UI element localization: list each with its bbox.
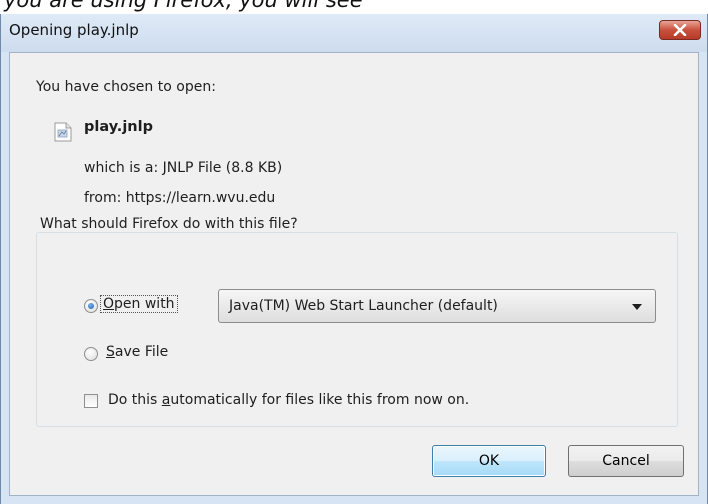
close-button[interactable] <box>659 20 701 40</box>
background-page-text: you are using Firefox, you will see <box>0 0 708 14</box>
save-file-accel: S <box>106 344 115 360</box>
open-with-radio[interactable] <box>84 299 98 313</box>
open-with-accel: O <box>103 296 115 312</box>
file-type: which is a: JNLP File (8.8 KB) <box>84 160 283 176</box>
dialog-titlebar[interactable]: Opening play.jnlp <box>1 14 707 52</box>
application-select[interactable]: Java(TM) Web Start Launcher (default) <box>218 289 656 323</box>
file-name: play.jnlp <box>84 119 153 135</box>
auto-label-post: utomatically for files like this from no… <box>170 392 470 408</box>
open-prompt: You have chosen to open: <box>36 79 216 95</box>
chevron-down-icon <box>632 304 642 310</box>
auto-action-checkbox[interactable] <box>84 394 98 408</box>
action-group-label: What should Firefox do with this file? <box>36 216 302 232</box>
save-file-label-rest: ave File <box>114 344 169 360</box>
file-source: from: https://learn.wvu.edu <box>84 190 276 206</box>
application-select-value: Java(TM) Web Start Launcher (default) <box>229 298 498 314</box>
auto-label-pre: Do this <box>108 392 162 408</box>
jnlp-file-icon <box>54 122 72 142</box>
open-with-label[interactable]: Open with <box>100 295 178 313</box>
cancel-button[interactable]: Cancel <box>568 445 684 477</box>
close-icon <box>673 24 687 36</box>
partial-page-text: you are using Firefox, you will see <box>4 0 363 12</box>
dialog-title: Opening play.jnlp <box>9 21 139 39</box>
dialog-content: You have chosen to open: play.jnlp which… <box>9 52 699 496</box>
opening-file-dialog: Opening play.jnlp You have chosen to ope… <box>0 14 708 504</box>
open-with-label-rest: pen with <box>114 296 175 312</box>
save-file-radio[interactable] <box>84 347 98 361</box>
save-file-label[interactable]: Save File <box>106 344 168 360</box>
ok-button[interactable]: OK <box>432 445 546 477</box>
auto-action-label[interactable]: Do this automatically for files like thi… <box>108 392 469 408</box>
